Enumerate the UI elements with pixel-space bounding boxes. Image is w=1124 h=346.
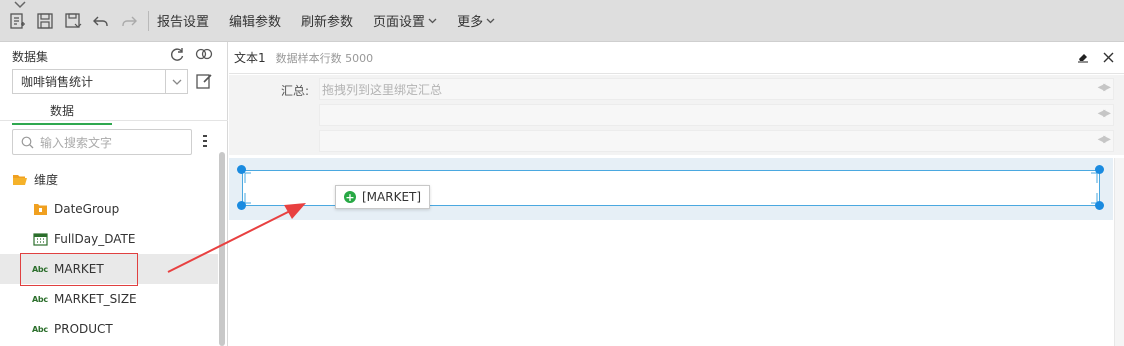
tree-item-label: MARKET_SIZE — [54, 292, 137, 306]
binding-area: 汇总: 拖拽列到这里绑定汇总 ◀▶ ◀▶ ◀▶ — [229, 75, 1124, 155]
dataset-title: 数据集 — [12, 50, 49, 64]
redo-icon[interactable] — [118, 10, 140, 32]
dataset-actions — [169, 46, 213, 62]
save-as-icon[interactable] — [62, 10, 84, 32]
summary-label: 汇总: — [281, 84, 310, 98]
tree-item-fullday-date[interactable]: FullDay_DATE — [0, 224, 218, 254]
dataset-select-value: 咖啡销售统计 — [21, 75, 94, 89]
drop-zone-row[interactable]: ◀▶ — [319, 130, 1114, 152]
more-menu[interactable]: 更多 — [457, 11, 495, 30]
page-settings-menu[interactable]: 页面设置 — [373, 11, 437, 30]
canvas-scrollbar[interactable] — [1114, 158, 1124, 346]
summary-drop-zone[interactable]: 拖拽列到这里绑定汇总 ◀▶ — [319, 78, 1114, 100]
scroll-arrows-icon[interactable]: ◀▶ — [1098, 82, 1111, 93]
folder-open-icon — [12, 172, 28, 186]
edit-params-menu[interactable]: 编辑参数 — [229, 11, 281, 30]
resize-handle[interactable] — [237, 201, 246, 210]
drag-field-label: [MARKET] — [362, 190, 422, 204]
resize-handle[interactable] — [1095, 165, 1104, 174]
component-actions — [1077, 51, 1114, 63]
report-settings-menu[interactable]: 报告设置 — [157, 11, 209, 30]
component-header: 文本1 数据样本行数 5000 — [229, 42, 1124, 74]
summary-placeholder: 拖拽列到这里绑定汇总 — [322, 82, 443, 97]
tree-item-product[interactable]: Abc PRODUCT — [0, 314, 218, 344]
tree-item-label: FullDay_DATE — [54, 232, 136, 246]
edit-dataset-icon[interactable] — [195, 72, 213, 90]
link-datasets-icon[interactable] — [195, 46, 213, 62]
tree-item-label: DateGroup — [54, 202, 120, 216]
tree-item-dategroup[interactable]: DateGroup — [0, 194, 218, 224]
dataset-select[interactable]: 咖啡销售统计 — [12, 69, 188, 94]
add-icon: + — [344, 190, 356, 204]
drag-preview: + [MARKET] — [335, 185, 431, 209]
text-component-panel: 文本1 数据样本行数 5000 汇总: 拖拽列到这里绑定汇总 ◀▶ ◀▶ ◀▶ … — [229, 42, 1124, 346]
chevron-down-icon[interactable] — [165, 70, 187, 93]
top-toolbar: 报告设置 编辑参数 刷新参数 页面设置 更多 — [0, 0, 1124, 42]
text-field-icon: Abc — [32, 324, 48, 334]
component-title: 文本1 — [234, 51, 266, 65]
tree-item-label: PRODUCT — [54, 322, 113, 336]
search-icon — [21, 136, 34, 148]
dataset-panel: 数据集 咖啡销售统计 数据 输入搜索文字 维度 DateGroup FullDa… — [0, 42, 228, 346]
annotation-highlight-box — [20, 253, 138, 286]
refresh-params-menu[interactable]: 刷新参数 — [301, 11, 353, 30]
undo-icon[interactable] — [90, 10, 112, 32]
tree-item-label: 维度 — [34, 172, 59, 187]
scroll-arrows-icon[interactable]: ◀▶ — [1098, 134, 1111, 145]
folder-group-icon — [32, 202, 48, 216]
chevron-down-icon — [486, 18, 495, 23]
refresh-icon[interactable] — [169, 46, 185, 62]
resize-handle[interactable] — [1095, 201, 1104, 210]
sample-rows-info: 数据样本行数 5000 — [275, 51, 374, 65]
resize-handle[interactable] — [237, 165, 246, 174]
drop-zone-row[interactable]: ◀▶ — [319, 104, 1114, 126]
text-field-icon: Abc — [32, 294, 48, 304]
field-search-input[interactable]: 输入搜索文字 — [12, 129, 192, 155]
close-icon[interactable] — [1103, 52, 1114, 63]
tab-divider — [0, 120, 228, 121]
toolbar-divider — [148, 10, 149, 31]
tab-data[interactable]: 数据 — [12, 102, 112, 125]
chevron-down-icon — [428, 18, 437, 23]
calendar-icon — [32, 232, 48, 246]
save-icon[interactable] — [34, 10, 56, 32]
scroll-arrows-icon[interactable]: ◀▶ — [1098, 108, 1111, 119]
eraser-icon[interactable] — [1077, 51, 1089, 63]
new-report-icon[interactable] — [6, 10, 28, 32]
tree-item-market-size[interactable]: Abc MARKET_SIZE — [0, 284, 218, 314]
tree-item-dimension[interactable]: 维度 — [0, 164, 218, 194]
search-placeholder: 输入搜索文字 — [40, 135, 113, 150]
tree-scrollbar[interactable] — [219, 152, 225, 346]
collapse-toolbar-icon[interactable] — [10, 0, 30, 10]
more-options-icon[interactable] — [202, 134, 208, 148]
